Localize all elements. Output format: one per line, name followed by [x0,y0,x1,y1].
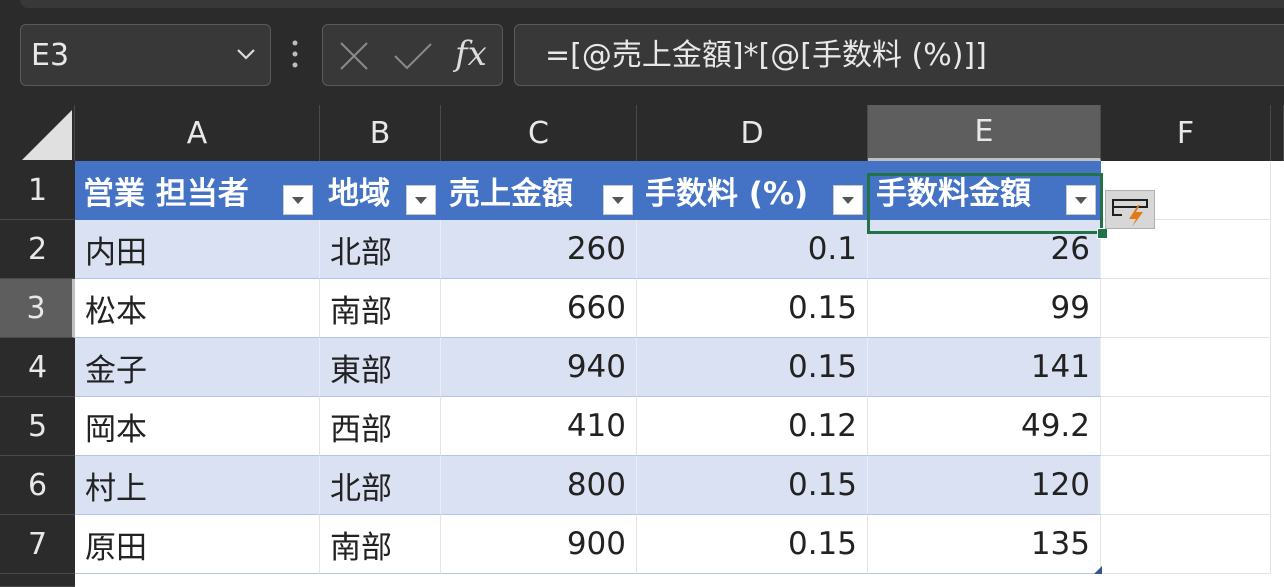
filter-dropdown-button[interactable] [406,185,436,215]
ribbon-edge [20,0,1284,8]
formula-text: =[@売上金額]*[@[手数料 (%)]] [545,38,987,73]
table-cell[interactable]: 0.15 [637,279,868,338]
row-header-2[interactable]: 2 [0,220,75,279]
filter-dropdown-button[interactable] [833,185,863,215]
row-header-6[interactable]: 6 [0,456,75,515]
column-header-f[interactable]: F [1101,105,1271,161]
table-cell[interactable]: 0.12 [637,397,868,456]
column-header-g[interactable] [1271,105,1284,161]
table-cell[interactable]: 原田 [75,515,320,574]
filter-arrow-icon [612,197,624,204]
quick-analysis-button[interactable] [1105,190,1155,229]
table-cell[interactable]: 松本 [75,279,320,338]
column-header-e[interactable]: E [868,105,1101,161]
table-cell[interactable]: 金子 [75,338,320,397]
column-header-a[interactable]: A [75,105,320,161]
table-cell[interactable]: 660 [441,279,637,338]
name-box[interactable]: E3 [20,24,271,86]
row-header-4[interactable]: 4 [0,338,75,397]
quick-analysis-icon [1112,199,1148,227]
insert-function-icon[interactable]: fx [455,34,487,74]
worksheet-grid: A B C D E F 1 2 3 4 5 6 7 営業 担当者 地域 売上金額… [0,105,1284,587]
table-cell[interactable]: 西部 [320,397,441,456]
empty-cell[interactable] [1101,338,1271,397]
table-cell[interactable]: 410 [441,397,637,456]
more-options-icon[interactable] [292,40,298,68]
table-cell[interactable]: 0.1 [637,220,868,279]
table-cell[interactable]: 南部 [320,279,441,338]
filter-arrow-icon [415,197,427,204]
chevron-down-icon[interactable] [235,43,257,65]
table-cell[interactable]: 内田 [75,220,320,279]
name-box-value: E3 [31,38,70,73]
empty-cell[interactable] [1101,456,1271,515]
empty-cell[interactable] [1101,397,1271,456]
formula-controls: fx [322,24,503,86]
filter-dropdown-button[interactable] [603,185,633,215]
table-cell[interactable]: 141 [868,338,1101,397]
filter-arrow-icon [292,197,304,204]
table-cell[interactable]: 東部 [320,338,441,397]
select-all-icon [22,110,72,160]
cancel-icon[interactable] [339,41,369,71]
row-header-5[interactable]: 5 [0,397,75,456]
column-header-c[interactable]: C [441,105,637,161]
table-cell[interactable]: 120 [868,456,1101,515]
table-cell[interactable]: 800 [441,456,637,515]
table-cell[interactable]: 49.2 [868,397,1101,456]
table-cell[interactable]: 北部 [320,220,441,279]
filter-arrow-icon [1075,197,1087,204]
filter-dropdown-button[interactable] [1066,185,1096,215]
header-label: 手数料 (%) [645,175,809,212]
table-cell[interactable]: 北部 [320,456,441,515]
header-label: 手数料金額 [876,175,1031,212]
table-cell[interactable]: 村上 [75,456,320,515]
table-cell[interactable]: 0.15 [637,338,868,397]
formula-input[interactable]: =[@売上金額]*[@[手数料 (%)]] [514,24,1284,86]
header-label: 営業 担当者 [83,175,249,212]
column-header-b[interactable]: B [320,105,441,161]
table-cell[interactable]: 260 [441,220,637,279]
table-cell[interactable]: 南部 [320,515,441,574]
column-header-d[interactable]: D [637,105,868,161]
table-cell[interactable]: 岡本 [75,397,320,456]
filter-dropdown-button[interactable] [283,185,313,215]
active-cell[interactable]: 99 [868,279,1101,338]
empty-cell[interactable] [1101,515,1271,574]
header-label: 売上金額 [449,175,573,212]
table-cell[interactable]: 0.15 [637,515,868,574]
table-cell[interactable]: 26 [868,220,1101,279]
empty-cell[interactable] [1101,279,1271,338]
select-all-button[interactable] [0,105,75,161]
row-header-8[interactable] [0,574,75,587]
table-cell[interactable]: 135 [868,515,1101,574]
filter-arrow-icon [842,197,854,204]
check-icon[interactable] [393,41,433,71]
row-header-1[interactable]: 1 [0,161,75,220]
table-cell[interactable]: 0.15 [637,456,868,515]
table-cell[interactable]: 900 [441,515,637,574]
table-cell[interactable]: 940 [441,338,637,397]
row-header-3[interactable]: 3 [0,279,75,338]
row-header-7[interactable]: 7 [0,515,75,574]
header-label: 地域 [328,175,390,212]
table-resize-handle-icon[interactable] [1094,566,1102,574]
formula-bar-area: E3 fx =[@売上金額]*[@[手数料 (%)]] [0,0,1284,105]
